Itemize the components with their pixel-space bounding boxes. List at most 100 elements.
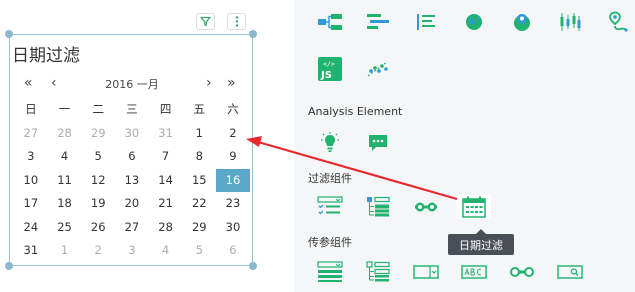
drag-tooltip: 日期过滤: [448, 229, 514, 255]
calendar-day[interactable]: 29: [182, 216, 216, 240]
tree-param-tool[interactable]: [360, 260, 395, 284]
list-param-tool[interactable]: [312, 260, 347, 284]
calendar-day[interactable]: 7: [149, 145, 183, 169]
calendar-day[interactable]: 15: [182, 169, 216, 193]
calendar-day[interactable]: 17: [14, 192, 48, 216]
next-year-button[interactable]: »: [227, 75, 236, 91]
calendar-day[interactable]: 6: [216, 239, 250, 263]
calendar-day-selected[interactable]: 16: [216, 168, 250, 192]
calendar-day[interactable]: 3: [115, 239, 149, 263]
checklist-icon: [316, 196, 343, 215]
calendar-day[interactable]: 22: [182, 192, 216, 216]
insight-tool[interactable]: [312, 131, 347, 155]
dropdown-param-tool[interactable]: [408, 260, 443, 284]
calendar-day[interactable]: 11: [48, 169, 82, 193]
text-param-tool[interactable]: [456, 260, 491, 284]
calendar-day[interactable]: 28: [48, 122, 82, 146]
tree-chart-tool[interactable]: [312, 10, 347, 34]
checklist-filter-tool[interactable]: [312, 195, 347, 219]
section-params: 传参组件: [308, 236, 352, 249]
calendar-week-row: 3456789: [14, 145, 250, 169]
widget-title: 日期过滤: [12, 46, 80, 66]
chart-icons-row: [312, 10, 635, 34]
calendar-day[interactable]: 27: [115, 216, 149, 240]
calendar-day[interactable]: 30: [115, 122, 149, 146]
calendar-day[interactable]: 5: [81, 145, 115, 169]
js-icon: </> JS: [317, 57, 342, 81]
range-filter-tool[interactable]: [408, 195, 443, 219]
tree-param-icon: [365, 261, 390, 282]
section-filters: 过滤组件: [308, 172, 352, 185]
horizontal-bar-tool[interactable]: [360, 10, 395, 34]
more-button[interactable]: [227, 13, 246, 30]
calendar-day[interactable]: 18: [48, 192, 82, 216]
resize-handle-top-right[interactable]: [249, 30, 257, 38]
calendar-day[interactable]: 3: [14, 145, 48, 169]
tree-filter-icon: [366, 196, 390, 217]
candlestick-tool[interactable]: [552, 10, 587, 34]
js-tool[interactable]: </> JS: [312, 55, 347, 83]
map-pin-tool[interactable]: [504, 10, 539, 34]
candlestick-icon: [560, 13, 580, 31]
tree-filter-tool[interactable]: [360, 195, 395, 219]
calendar-day[interactable]: 9: [216, 145, 250, 169]
calendar-day[interactable]: 13: [115, 169, 149, 193]
scatter-icon: [367, 61, 388, 77]
calendar-day[interactable]: 1: [182, 122, 216, 146]
resize-handle-bottom-right[interactable]: [249, 262, 257, 270]
filter-icon: [200, 16, 211, 27]
date-filter-tool[interactable]: [456, 195, 491, 219]
calendar-day[interactable]: 4: [48, 145, 82, 169]
date-filter-widget[interactable]: 日期过滤 « ‹ 2016 一月 › » 日一二三四五六 27 28 29 30 31 1…: [9, 34, 253, 266]
calendar-day[interactable]: 26: [81, 216, 115, 240]
resize-handle-bottom-left[interactable]: [5, 262, 13, 270]
calendar-day[interactable]: 1: [48, 239, 82, 263]
calendar-day[interactable]: 19: [81, 192, 115, 216]
calendar-day[interactable]: 2: [216, 122, 250, 146]
route-map-tool[interactable]: [600, 10, 635, 34]
tree-chart-icon: [317, 14, 342, 30]
horizontal-bar-icon: [366, 14, 389, 29]
filter-button[interactable]: [196, 13, 215, 30]
filter-icons-row: [312, 195, 504, 219]
svg-text:</>: </>: [323, 60, 335, 68]
range-param-tool[interactable]: [504, 260, 539, 284]
weekday-label: 日: [25, 102, 37, 116]
calendar-day[interactable]: 23: [216, 192, 250, 216]
route-map-icon: [608, 11, 628, 32]
calendar-day[interactable]: 10: [14, 169, 48, 193]
calendar-week-row: 17 18 19 20 21 22 23: [14, 192, 250, 216]
calendar-day[interactable]: 27: [14, 122, 48, 146]
search-param-icon: [556, 265, 583, 279]
calendar-day[interactable]: 31: [149, 122, 183, 146]
calendar-day[interactable]: 24: [14, 216, 48, 240]
calendar-day[interactable]: 31: [14, 239, 48, 263]
svg-text:JS: JS: [320, 70, 332, 81]
calendar-day[interactable]: 6: [115, 145, 149, 169]
calendar-day[interactable]: 21: [149, 192, 183, 216]
calendar-day[interactable]: 30: [216, 216, 250, 240]
weekday-row: 日一二三四五六: [14, 98, 250, 122]
calendar-icon: [461, 196, 486, 218]
calendar-day[interactable]: 4: [149, 239, 183, 263]
globe-icon: [465, 14, 482, 30]
calendar-day[interactable]: 12: [81, 169, 115, 193]
list-bar-tool[interactable]: [408, 10, 443, 34]
calendar-day[interactable]: 8: [182, 145, 216, 169]
globe-tool[interactable]: [456, 10, 491, 34]
calendar-day[interactable]: 20: [115, 192, 149, 216]
calendar-day[interactable]: 25: [48, 216, 82, 240]
calendar-day[interactable]: 28: [149, 216, 183, 240]
scatter-tool[interactable]: [360, 55, 395, 83]
section-analysis: Analysis Element: [308, 105, 403, 118]
calendar-day[interactable]: 29: [81, 122, 115, 146]
comment-icon: [368, 135, 387, 151]
calendar-day[interactable]: 5: [182, 239, 216, 263]
calendar-day[interactable]: 2: [81, 239, 115, 263]
resize-handle-top-left[interactable]: [5, 30, 13, 38]
param-icons-row: [312, 260, 600, 284]
search-param-tool[interactable]: [552, 260, 587, 284]
calendar-day[interactable]: 14: [149, 169, 183, 193]
next-month-button[interactable]: ›: [206, 75, 212, 91]
comment-tool[interactable]: [360, 131, 395, 155]
